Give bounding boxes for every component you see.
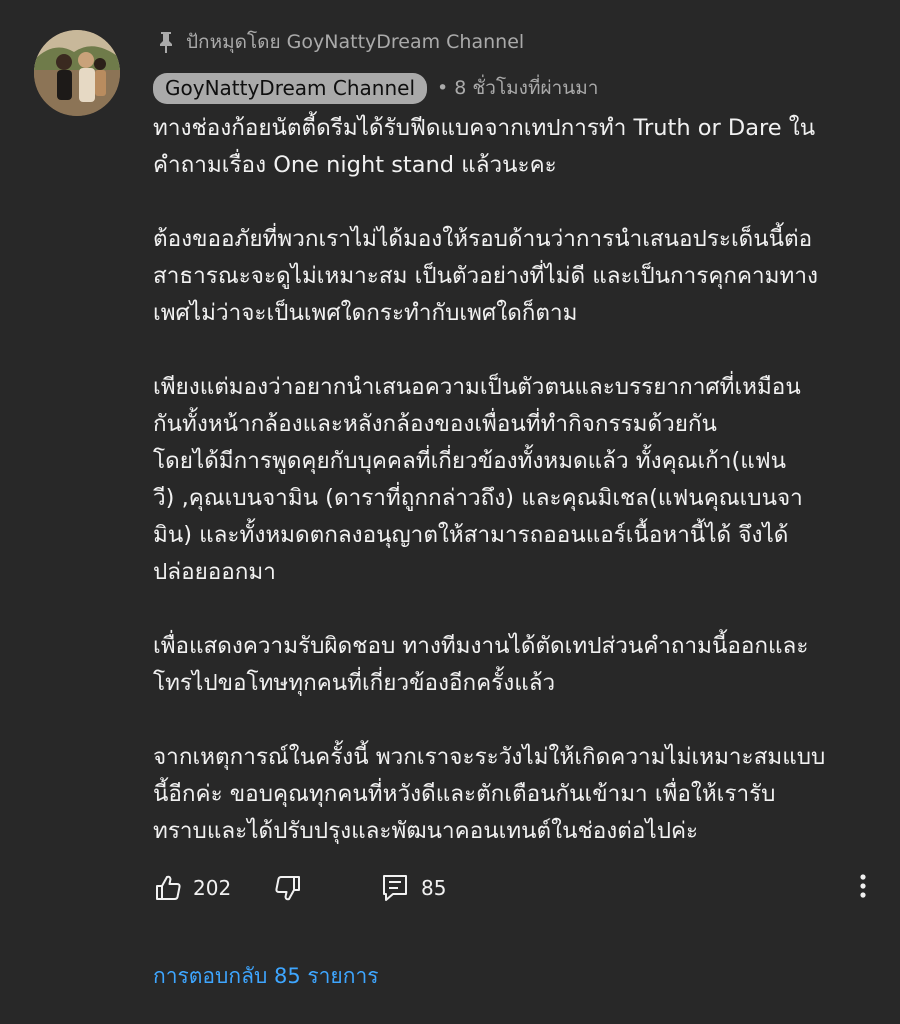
more-options-button[interactable] (853, 866, 873, 910)
pin-icon (156, 30, 176, 54)
comment-paragraph: ต้องขออภัยที่พวกเราไม่ได้มองให้รอบด้านว่… (153, 226, 818, 326)
comment-paragraph: เพียงแต่มองว่าอยากนำเสนอความเป็นตัวตนและ… (153, 374, 803, 585)
comment-paragraph: จากเหตุการณ์ในครั้งนี้ พวกเราจะระวังไม่ใ… (153, 744, 826, 844)
reply-button[interactable]: 85 (381, 866, 446, 910)
dislike-button[interactable] (273, 866, 303, 910)
comment-actions: 202 85 (153, 866, 873, 910)
comment-icon (381, 873, 409, 903)
thumbs-up-icon (153, 873, 183, 903)
reply-count: 85 (421, 876, 447, 900)
more-vertical-icon (859, 873, 867, 903)
comment-timestamp[interactable]: • 8 ชั่วโมงที่ผ่านมา (437, 73, 598, 103)
pinned-text: ปักหมุดโดย GoyNattyDream Channel (186, 31, 525, 53)
like-count: 202 (193, 876, 232, 900)
channel-avatar[interactable] (34, 30, 120, 116)
comment-text: ทางช่องก้อยนัตตี้ดรีมได้รับฟีดแบคจากเทปก… (153, 110, 865, 850)
comment-paragraph: เพื่อแสดงความรับผิดชอบ ทางทีมงานได้ตัดเท… (153, 633, 809, 696)
thumbs-down-icon (273, 873, 303, 903)
avatar-photo (34, 30, 120, 116)
author-name-chip[interactable]: GoyNattyDream Channel (153, 72, 427, 104)
comment-header: GoyNattyDream Channel • 8 ชั่วโมงที่ผ่าน… (153, 72, 598, 104)
view-replies-link[interactable]: การตอบกลับ 85 รายการ (153, 960, 379, 993)
pinned-label: ปักหมุดโดย GoyNattyDream Channel (156, 26, 524, 58)
like-button[interactable]: 202 (153, 866, 231, 910)
comment-paragraph: ทางช่องก้อยนัตตี้ดรีมได้รับฟีดแบคจากเทปก… (153, 115, 816, 178)
